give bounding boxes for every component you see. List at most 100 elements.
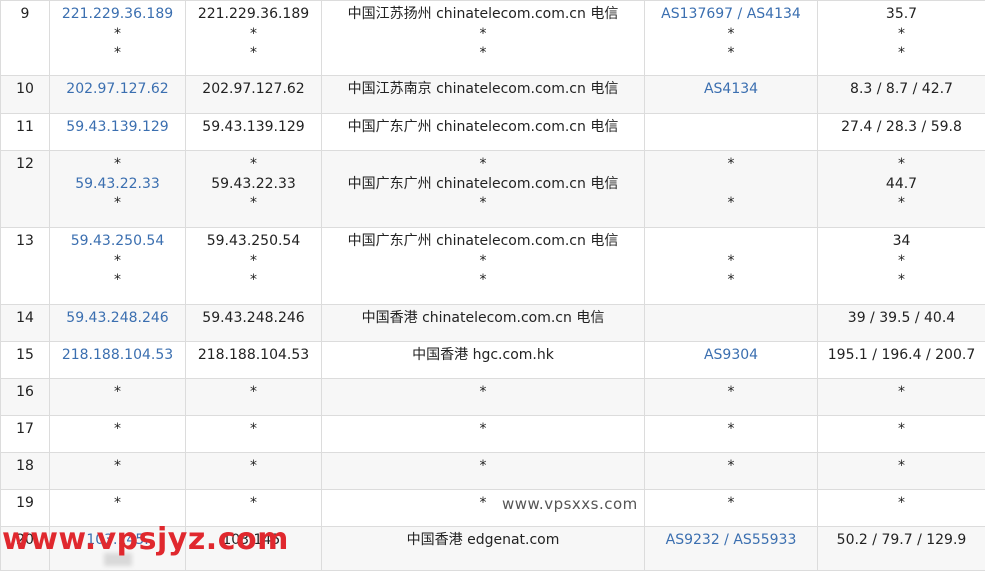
table-row: 9221.229.36.189**221.229.36.189**中国江苏扬州 … bbox=[1, 1, 985, 76]
ip-link[interactable]: 202.97.127.62 bbox=[56, 80, 179, 100]
timeout-marker: * bbox=[56, 271, 179, 291]
timeout-marker: * bbox=[56, 420, 179, 440]
timeout-marker: * bbox=[328, 194, 638, 214]
asn-link[interactable]: AS137697 bbox=[661, 6, 733, 22]
rtt-value: 50.2 / 79.7 / 129.9 bbox=[824, 531, 979, 551]
timeout-marker: * bbox=[192, 383, 315, 403]
ip-link-cell: * bbox=[50, 453, 186, 490]
rtt-cell: * bbox=[818, 379, 985, 416]
geo-location: 中国广东广州 chinatelecom.com.cn 电信 bbox=[328, 175, 638, 195]
timeout-marker: * bbox=[824, 494, 979, 514]
ip-link[interactable]: 59.43.248.246 bbox=[56, 309, 179, 329]
timeout-marker: * bbox=[824, 44, 979, 64]
timeout-marker: * bbox=[824, 383, 979, 403]
ip-address: 59.43.22.33 bbox=[192, 175, 315, 195]
table-row: 16***** bbox=[1, 379, 985, 416]
asn-link[interactable]: AS4134 bbox=[704, 81, 758, 97]
hop-cell: 9 bbox=[1, 1, 50, 76]
ip-cell: 218.188.104.53 bbox=[186, 342, 322, 379]
ip-link[interactable]: 59.43.250.54 bbox=[56, 232, 179, 252]
rtt-cell: 34** bbox=[818, 228, 985, 305]
rtt-cell: 35.7** bbox=[818, 1, 985, 76]
ip-link[interactable]: 221.229.36.189 bbox=[56, 5, 179, 25]
asn-line: * bbox=[651, 44, 811, 64]
timeout-marker: * bbox=[56, 383, 179, 403]
rtt-value: 8.3 / 8.7 / 42.7 bbox=[824, 80, 979, 100]
geo-cell: 中国江苏南京 chinatelecom.com.cn 电信 bbox=[322, 76, 645, 114]
timeout-marker: * bbox=[328, 252, 638, 272]
ip-cell: 59.43.139.129 bbox=[186, 114, 322, 151]
ip-address: 202.97.127.62 bbox=[192, 80, 315, 100]
table-row: 18***** bbox=[1, 453, 985, 490]
ip-cell: *59.43.22.33* bbox=[186, 151, 322, 228]
geo-location: 中国香港 chinatelecom.com.cn 电信 bbox=[328, 309, 638, 329]
rtt-cell: 39 / 39.5 / 40.4 bbox=[818, 305, 985, 342]
ip-link-cell: 59.43.248.246 bbox=[50, 305, 186, 342]
asn-cell bbox=[645, 305, 818, 342]
asn-line bbox=[651, 309, 811, 329]
timeout-marker: * bbox=[328, 155, 638, 175]
rtt-value: 34 bbox=[824, 232, 979, 252]
table-row: 12*59.43.22.33**59.43.22.33**中国广东广州 chin… bbox=[1, 151, 985, 228]
asn-line: * bbox=[651, 252, 811, 272]
rtt-cell: 50.2 / 79.7 / 129.9 bbox=[818, 527, 985, 571]
timeout-marker: * bbox=[824, 420, 979, 440]
timeout-marker: * bbox=[328, 25, 638, 45]
asn-line: * bbox=[651, 457, 811, 477]
hop-number: 11 bbox=[16, 119, 34, 135]
asn-cell bbox=[645, 114, 818, 151]
timeout-marker: * bbox=[192, 155, 315, 175]
geo-location: 中国香港 hgc.com.hk bbox=[328, 346, 638, 366]
hop-cell: 16 bbox=[1, 379, 50, 416]
asn-line bbox=[651, 232, 811, 252]
hop-cell: 19 bbox=[1, 490, 50, 527]
hop-cell: 15 bbox=[1, 342, 50, 379]
asn-cell: ** bbox=[645, 228, 818, 305]
asn-line: * bbox=[651, 271, 811, 291]
timeout-marker: * bbox=[728, 458, 735, 474]
asn-link[interactable]: AS55933 bbox=[733, 532, 796, 548]
rtt-cell: * bbox=[818, 453, 985, 490]
geo-location: 中国广东广州 chinatelecom.com.cn 电信 bbox=[328, 232, 638, 252]
ip-link-cell: 59.43.139.129 bbox=[50, 114, 186, 151]
timeout-marker: * bbox=[192, 420, 315, 440]
asn-cell: AS9232 / AS55933 bbox=[645, 527, 818, 571]
ip-address: 221.229.36.189 bbox=[192, 5, 315, 25]
asn-link[interactable]: AS4134 bbox=[747, 6, 801, 22]
timeout-marker: * bbox=[56, 252, 179, 272]
asn-separator: / bbox=[733, 6, 747, 22]
asn-line: * bbox=[651, 420, 811, 440]
hop-number: 16 bbox=[16, 384, 34, 400]
hop-cell: 11 bbox=[1, 114, 50, 151]
geo-cell: *中国广东广州 chinatelecom.com.cn 电信* bbox=[322, 151, 645, 228]
hop-cell: 13 bbox=[1, 228, 50, 305]
asn-link[interactable]: AS9232 bbox=[666, 532, 720, 548]
asn-cell: * bbox=[645, 379, 818, 416]
hop-cell: 12 bbox=[1, 151, 50, 228]
timeout-marker: * bbox=[192, 494, 315, 514]
rtt-value: 35.7 bbox=[824, 5, 979, 25]
ip-cell: * bbox=[186, 490, 322, 527]
rtt-cell: *44.7* bbox=[818, 151, 985, 228]
asn-line: * bbox=[651, 194, 811, 214]
ip-link[interactable]: 59.43.139.129 bbox=[56, 118, 179, 138]
ip-link[interactable]: 218.188.104.53 bbox=[56, 346, 179, 366]
hop-cell: 17 bbox=[1, 416, 50, 453]
ip-cell: * bbox=[186, 453, 322, 490]
timeout-marker: * bbox=[328, 420, 638, 440]
asn-link[interactable]: AS9304 bbox=[704, 347, 758, 363]
hop-number: 15 bbox=[16, 347, 34, 363]
hop-number: 10 bbox=[16, 81, 34, 97]
timeout-marker: * bbox=[728, 421, 735, 437]
timeout-marker: * bbox=[728, 45, 735, 61]
timeout-marker: * bbox=[192, 457, 315, 477]
geo-cell: 中国香港 hgc.com.hk bbox=[322, 342, 645, 379]
asn-line: AS137697 / AS4134 bbox=[651, 5, 811, 25]
ip-cell: * bbox=[186, 416, 322, 453]
rtt-cell: 27.4 / 28.3 / 59.8 bbox=[818, 114, 985, 151]
ip-cell: 59.43.250.54** bbox=[186, 228, 322, 305]
timeout-marker: * bbox=[824, 25, 979, 45]
ip-link[interactable]: 59.43.22.33 bbox=[56, 175, 179, 195]
geo-location: 中国广东广州 chinatelecom.com.cn 电信 bbox=[328, 118, 638, 138]
ip-cell: 59.43.248.246 bbox=[186, 305, 322, 342]
